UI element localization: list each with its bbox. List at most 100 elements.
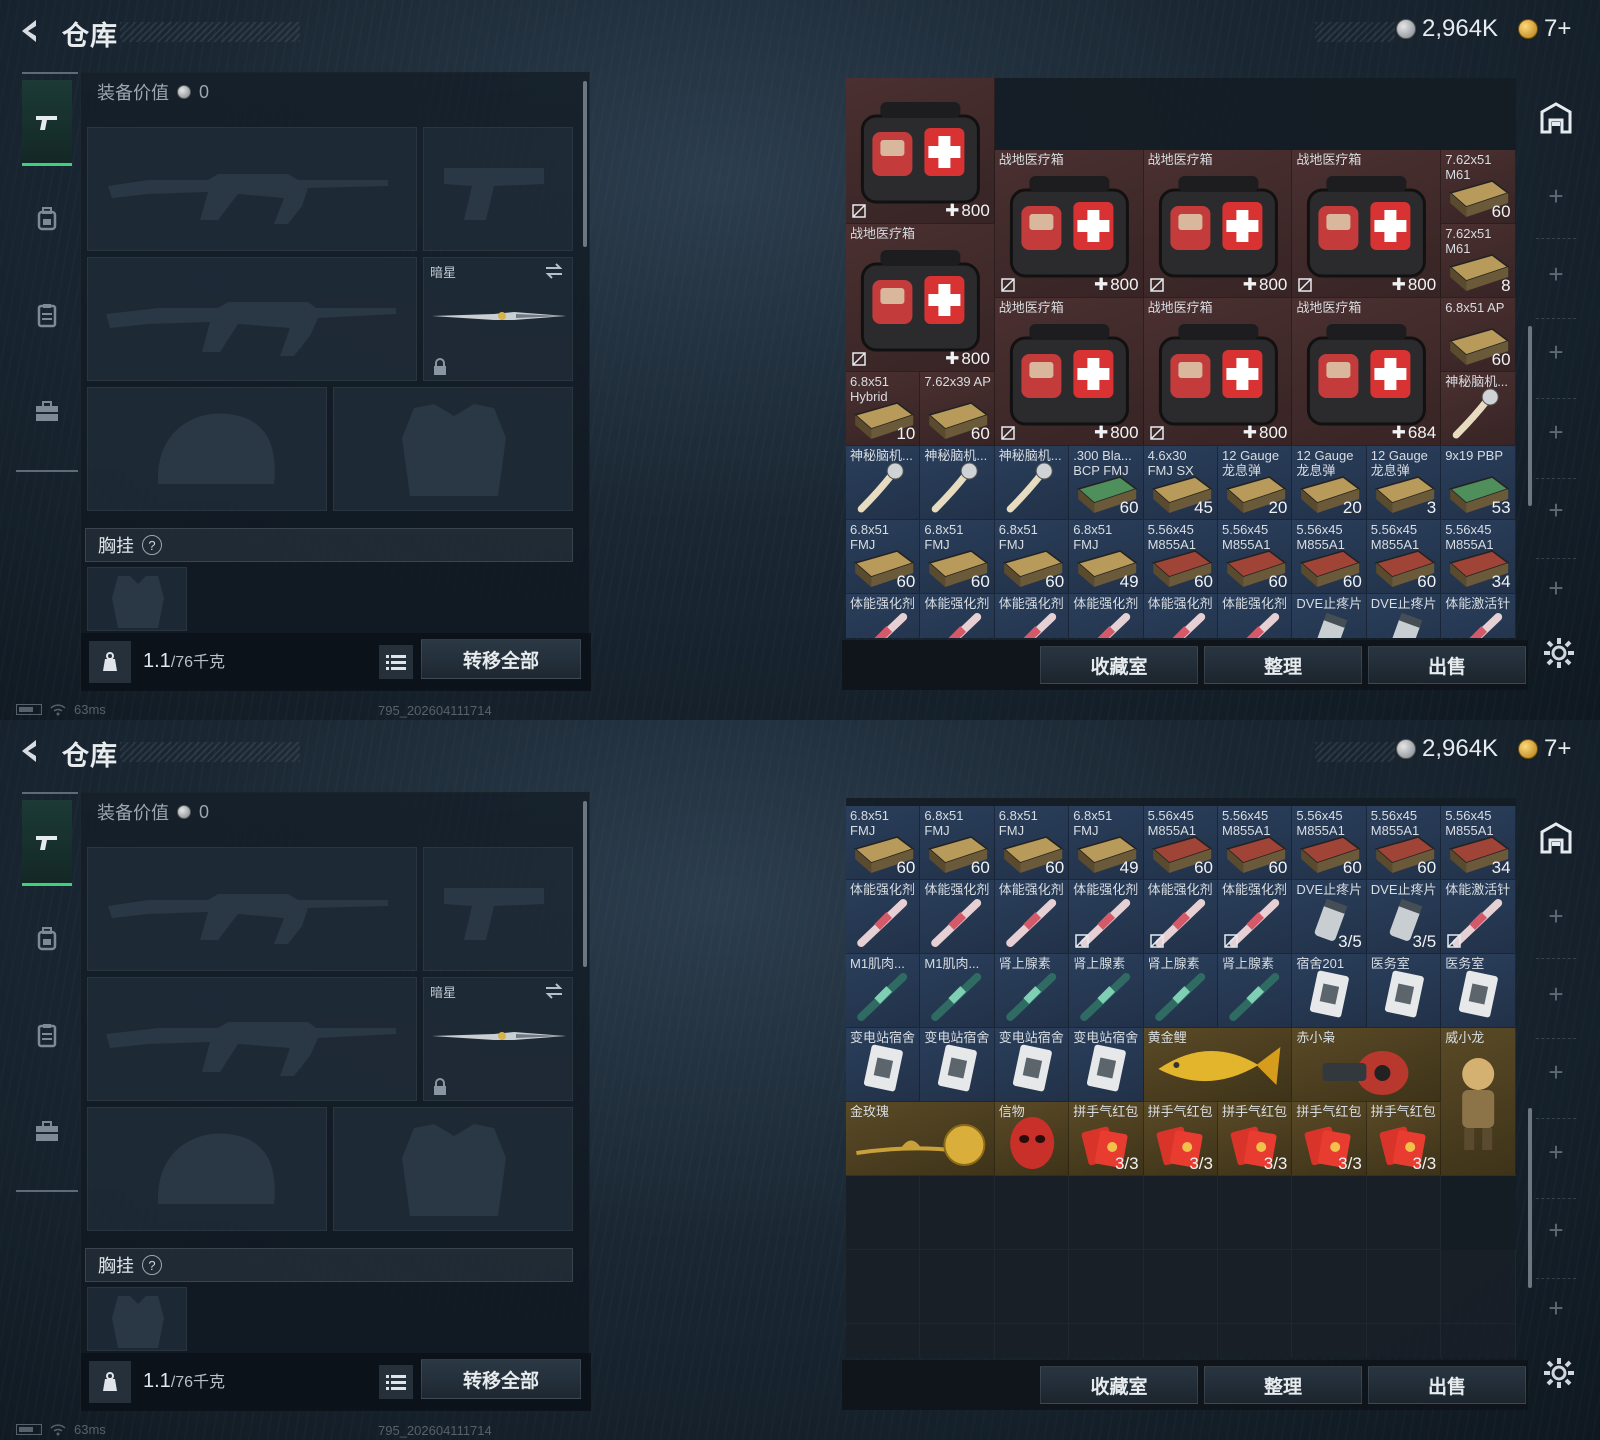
equipment-scrollbar[interactable] [583, 81, 587, 247]
stash-item[interactable]: 5.56x45 M855A1 34 [1441, 806, 1516, 880]
stash-item[interactable]: 战地医疗箱 ✚ 684 [1292, 298, 1442, 446]
stash-item[interactable]: 战地医疗箱 ✚ 800 [1143, 298, 1293, 446]
stash-item[interactable]: 赤小枭 [1292, 1028, 1442, 1102]
stash-item[interactable]: 拼手气红包 3/3 [1218, 1102, 1293, 1176]
add-stash-tab-button[interactable]: + [1544, 1217, 1568, 1243]
gold-currency[interactable]: 7+ [1518, 735, 1571, 763]
nav-backpack[interactable] [22, 896, 72, 982]
stash-item[interactable]: 4.6x30 FMJ SX 45 [1143, 446, 1218, 520]
stash-item[interactable]: 金玫瑰 [846, 1102, 995, 1176]
stash-item[interactable]: 战地医疗箱 ✚ 800 [846, 224, 995, 372]
stash-item[interactable]: 6.8x51 FMJ 60 [920, 520, 995, 594]
nav-clipboard[interactable] [22, 992, 72, 1078]
back-button[interactable] [16, 16, 46, 46]
empty-slot[interactable] [920, 1176, 995, 1250]
empty-slot[interactable] [1143, 1176, 1218, 1250]
stash-item[interactable]: 6.8x51 Hybrid 10 [846, 372, 921, 446]
nav-weapons[interactable] [22, 800, 72, 886]
stash-item[interactable]: 5.56x45 M855A1 60 [1292, 806, 1367, 880]
stash-item[interactable]: 7.62x51 M61 60 [1441, 150, 1516, 224]
empty-slot[interactable] [1218, 1324, 1293, 1358]
add-stash-tab-button[interactable]: + [1544, 183, 1568, 209]
primary-weapon-slot[interactable] [87, 127, 417, 251]
empty-slot[interactable] [1069, 1324, 1144, 1358]
empty-slot[interactable] [1366, 1250, 1442, 1324]
add-stash-tab-button[interactable]: + [1544, 419, 1568, 445]
stash-item[interactable]: 12 Gauge 龙息弹 3 [1366, 446, 1442, 520]
stash-item[interactable]: M1肌肉... [920, 954, 995, 1028]
transfer-all-button[interactable]: 转移全部 [421, 639, 581, 679]
stash-item[interactable]: 12 Gauge 龙息弹 20 [1292, 446, 1367, 520]
stash-item[interactable]: 拼手气红包 3/3 [1366, 1102, 1442, 1176]
nav-clipboard[interactable] [22, 272, 72, 358]
empty-slot[interactable] [1292, 1176, 1367, 1250]
stash-item[interactable]: 肾上腺素 [994, 954, 1070, 1028]
help-icon[interactable]: ? [142, 535, 162, 555]
stash-item[interactable]: 6.8x51 FMJ 60 [920, 806, 995, 880]
weight-lock-button[interactable] [89, 1361, 131, 1403]
stash-item[interactable]: DVE止疼片3/5 [1292, 880, 1367, 954]
sell-button[interactable]: 出售 [1368, 646, 1526, 684]
stash-tab-warehouse[interactable] [1534, 96, 1578, 140]
add-stash-tab-button[interactable]: + [1544, 575, 1568, 601]
chest-rig-slot[interactable] [87, 1287, 187, 1351]
stash-item[interactable]: 体能强化剂 [1143, 880, 1218, 954]
stash-item[interactable]: M1肌肉... [846, 954, 921, 1028]
stash-item[interactable]: 12 Gauge 龙息弹 20 [1218, 446, 1293, 520]
stash-tab-warehouse[interactable] [1534, 816, 1578, 860]
transfer-all-button[interactable]: 转移全部 [421, 1359, 581, 1399]
empty-slot[interactable] [1218, 1250, 1293, 1324]
stash-item[interactable]: 拼手气红包 3/3 [1069, 1102, 1144, 1176]
stash-item[interactable]: 体能强化剂 [1218, 594, 1293, 638]
stash-item[interactable]: 7.62x51 M61 8 [1441, 224, 1516, 298]
stash-item[interactable]: 体能强化剂 [920, 594, 995, 638]
sidearm-slot[interactable] [423, 127, 573, 251]
add-stash-tab-button[interactable]: + [1544, 1295, 1568, 1321]
empty-slot[interactable] [846, 1324, 921, 1358]
stash-item[interactable]: 神秘脑机... [1441, 372, 1516, 446]
armor-slot[interactable] [333, 1107, 573, 1231]
empty-slot[interactable] [1292, 1250, 1367, 1324]
empty-slot[interactable] [1069, 1176, 1144, 1250]
add-stash-tab-button[interactable]: + [1544, 497, 1568, 523]
add-stash-tab-button[interactable]: + [1544, 903, 1568, 929]
stash-item[interactable]: ✚ 800 [846, 78, 995, 224]
stash-grid-container[interactable]: 6.8x51 FMJ 60 6.8x51 FMJ 60 6.8x51 FMJ 60 6… [846, 798, 1516, 1358]
stash-item[interactable]: 体能强化剂 [920, 880, 995, 954]
sell-button[interactable]: 出售 [1368, 1366, 1526, 1404]
empty-slot[interactable] [1069, 1250, 1144, 1324]
stash-item[interactable]: 变电站宿舍 [846, 1028, 921, 1102]
stash-item[interactable]: .300 Bla... BCP FMJ 60 [1069, 446, 1144, 520]
settings-gear-icon[interactable] [1542, 636, 1576, 670]
stash-item[interactable]: DVE止疼片3/5 [1366, 880, 1442, 954]
stash-item[interactable]: 体能激活针 [1441, 880, 1516, 954]
stash-item[interactable]: 5.56x45 M855A1 60 [1366, 806, 1442, 880]
stash-item[interactable]: DVE止疼片3/5 [1292, 594, 1367, 638]
stash-item[interactable]: 变电站宿舍 [994, 1028, 1070, 1102]
empty-slot[interactable] [1366, 1176, 1442, 1250]
empty-slot[interactable] [846, 1176, 921, 1250]
nav-weapons[interactable] [22, 80, 72, 166]
stash-item[interactable]: 神秘脑机... [994, 446, 1070, 520]
empty-slot[interactable] [1441, 1250, 1516, 1324]
nav-toolbox[interactable] [22, 368, 72, 454]
empty-slot[interactable] [1143, 1250, 1218, 1324]
empty-slot[interactable] [1218, 1176, 1293, 1250]
silver-currency[interactable]: 2,964K [1396, 15, 1498, 43]
stash-item[interactable]: DVE止疼片3/5 [1366, 594, 1442, 638]
stash-item[interactable]: 5.56x45 M855A1 60 [1143, 806, 1218, 880]
stash-item[interactable]: 神秘脑机... [846, 446, 921, 520]
helmet-slot[interactable] [87, 387, 327, 511]
stash-item[interactable]: 肾上腺素 [1069, 954, 1144, 1028]
stash-item[interactable]: 5.56x45 M855A1 60 [1366, 520, 1442, 594]
stash-item[interactable]: 肾上腺素 [1218, 954, 1293, 1028]
stash-item[interactable]: 体能激活针 [1441, 594, 1516, 638]
melee-slot[interactable]: 暗星 [423, 257, 573, 381]
stash-item[interactable]: 6.8x51 FMJ 49 [1069, 806, 1144, 880]
collection-room-button[interactable]: 收藏室 [1040, 1366, 1198, 1404]
stash-item[interactable]: 信物 [994, 1102, 1070, 1176]
stash-grid-container[interactable]: ✚ 800 战地医疗箱 ✚ 800 战地医疗箱 ✚ 800 战地医疗箱 ✚ 80… [846, 78, 1516, 638]
stash-item[interactable]: 9x19 PBP 53 [1441, 446, 1516, 520]
stash-item[interactable]: 黄金鲤 [1143, 1028, 1293, 1102]
help-icon[interactable]: ? [142, 1255, 162, 1275]
